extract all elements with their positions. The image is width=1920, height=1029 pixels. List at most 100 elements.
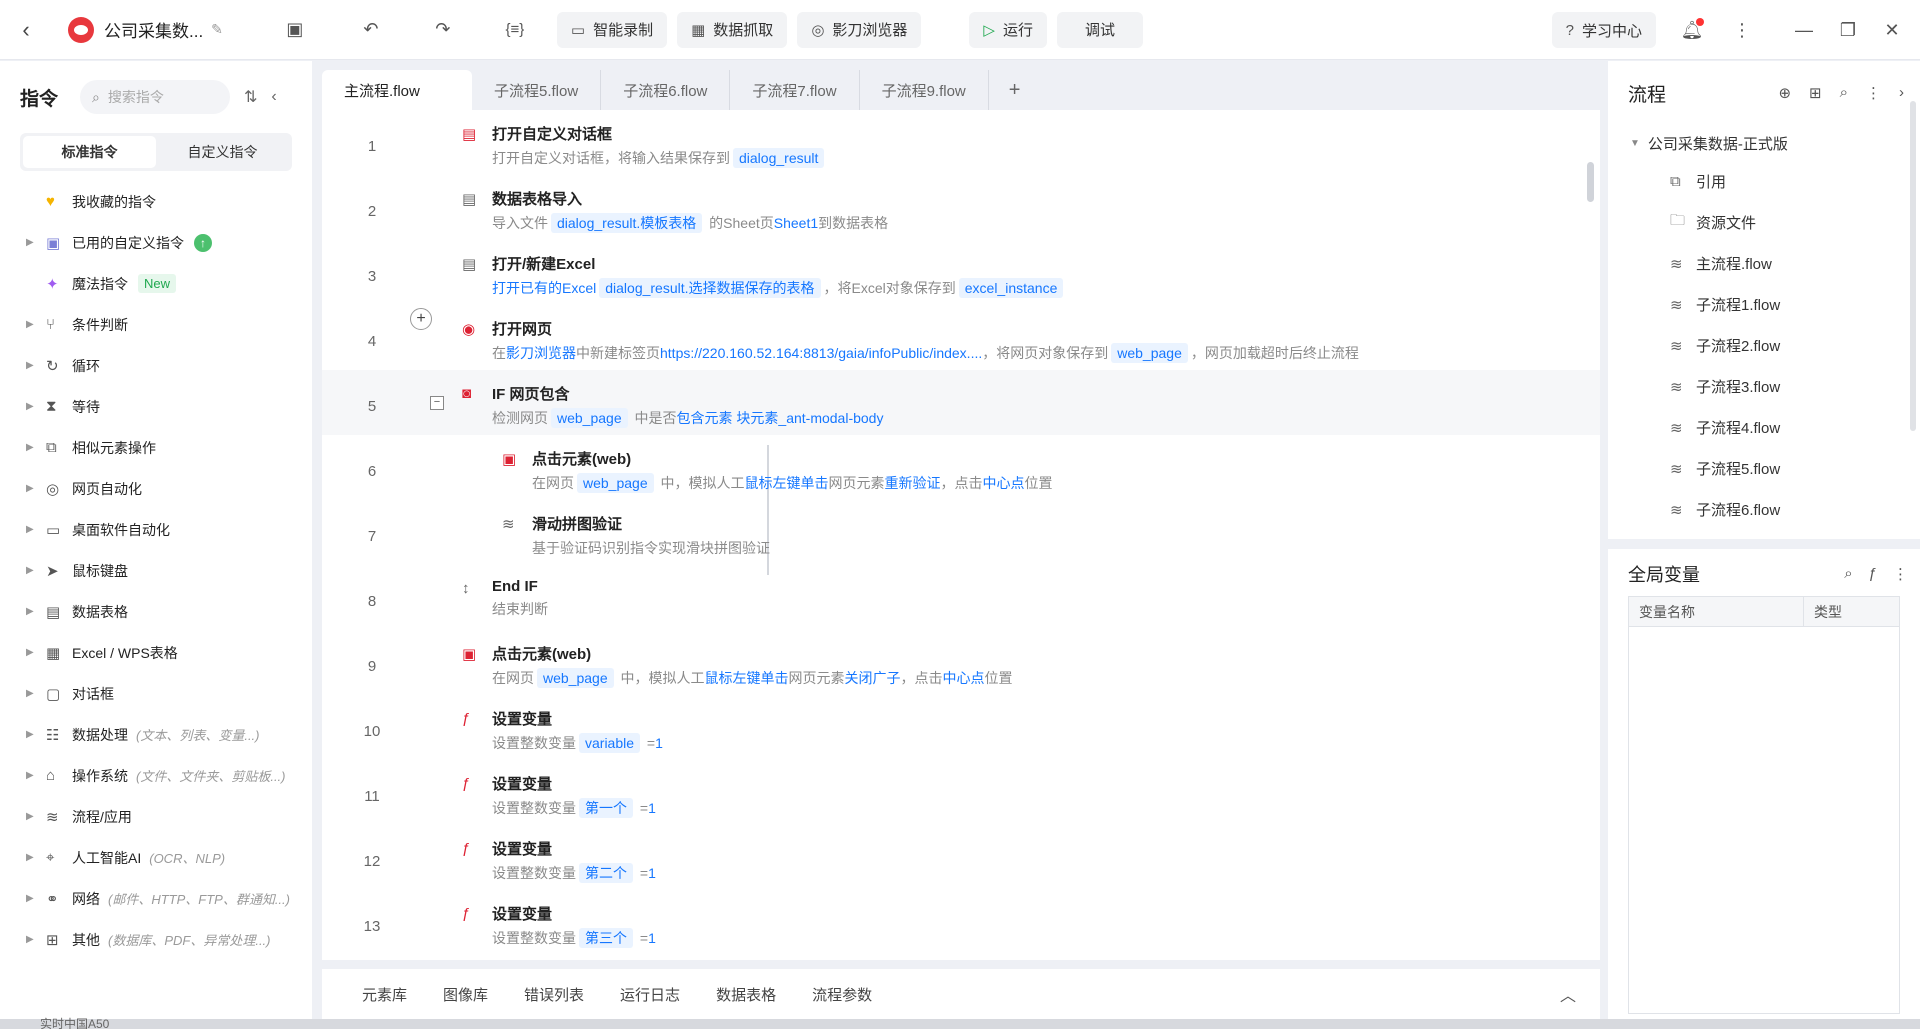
taskbar-item[interactable]: 实时中国A50 bbox=[40, 1015, 109, 1029]
caret-right-icon[interactable]: ▶ bbox=[26, 811, 46, 822]
flow-step-row[interactable]: 5 − ◙ IF 网页包含 检测网页 web_page 中是否包含元素 块元素_ant-m… bbox=[322, 370, 1600, 435]
parameter-link[interactable]: 中心点 bbox=[983, 475, 1025, 491]
flow-tree-item[interactable]: ≋ 子流程4.flow bbox=[1608, 407, 1920, 448]
code-icon[interactable]: {≡} bbox=[493, 10, 537, 50]
debug-button[interactable]: 调试 bbox=[1056, 11, 1143, 48]
flow-step-row[interactable]: 2 ▤ 数据表格导入 导入文件 dialog_result.模板表格 的Sheet页Sh… bbox=[322, 175, 1600, 240]
caret-right-icon[interactable]: ▶ bbox=[26, 565, 46, 576]
parameter-link[interactable]: 1 bbox=[648, 865, 656, 881]
variable-chip[interactable]: web_page bbox=[537, 668, 614, 688]
flow-step-row[interactable]: 12 ƒ 设置变量 设置整数变量 第二个 =1 bbox=[322, 825, 1600, 890]
parameter-link[interactable]: 1 bbox=[648, 930, 656, 946]
parameter-link[interactable]: 鼠标左键单击 bbox=[705, 670, 789, 686]
flow-tree-item[interactable]: ≋ 主流程.flow bbox=[1608, 243, 1920, 284]
command-category-item[interactable]: ▶ ☷ 数据处理 (文本、列表、变量...) bbox=[0, 714, 312, 755]
caret-right-icon[interactable]: ▶ bbox=[26, 319, 46, 330]
caret-right-icon[interactable]: ▶ bbox=[26, 647, 46, 658]
command-category-item[interactable]: ▶ ▣ 已用的自定义指令 ↑ bbox=[0, 222, 312, 263]
command-category-item[interactable]: ▶ ▦ Excel / WPS表格 bbox=[0, 632, 312, 673]
command-category-item[interactable]: ▶ ⚭ 网络 (邮件、HTTP、FTP、群通知...) bbox=[0, 878, 312, 919]
more-icon[interactable]: ⋮ bbox=[1866, 84, 1881, 102]
save-icon[interactable]: ▣ bbox=[273, 10, 317, 50]
add-flow-icon[interactable]: ⊕ bbox=[1778, 84, 1791, 102]
chevron-right-icon[interactable]: › bbox=[1899, 84, 1904, 102]
close-icon[interactable]: ✕ bbox=[1870, 10, 1914, 50]
back-icon[interactable]: ‹ bbox=[0, 0, 52, 60]
command-category-item[interactable]: ▶ ▤ 数据表格 bbox=[0, 591, 312, 632]
command-category-item[interactable]: ▶ ≋ 流程/应用 bbox=[0, 796, 312, 837]
variable-chip[interactable]: 第二个 bbox=[579, 863, 633, 883]
bottom-tab[interactable]: 元素库 bbox=[362, 984, 407, 1005]
flow-step-row[interactable]: 1 ▤ 打开自定义对话框 打开自定义对话框，将输入结果保存到 dialog_result bbox=[322, 110, 1600, 175]
add-tab-icon[interactable]: + bbox=[989, 70, 1041, 110]
command-category-item[interactable]: ▶ ⌂ 操作系统 (文件、文件夹、剪贴板...) bbox=[0, 755, 312, 796]
collapse-panel-icon[interactable]: ‹ bbox=[271, 88, 276, 106]
flow-step-row[interactable]: 6 ▣ 点击元素(web) 在网页 web_page 中，模拟人工鼠标左键单击网页元素重… bbox=[322, 435, 1600, 500]
variable-chip[interactable]: variable bbox=[579, 733, 641, 753]
learning-center-button[interactable]: ? 学习中心 bbox=[1551, 12, 1656, 48]
tab-flow[interactable]: 子流程6.flow bbox=[601, 70, 731, 110]
command-search-input[interactable]: ⌕ 搜索指令 bbox=[80, 80, 231, 114]
command-category-item[interactable]: ▶ ◎ 网页自动化 bbox=[0, 468, 312, 509]
flow-step-row[interactable]: 10 ƒ 设置变量 设置整数变量 variable =1 bbox=[322, 695, 1600, 760]
parameter-link[interactable]: 中心点 bbox=[943, 670, 985, 686]
variable-chip[interactable]: 第三个 bbox=[579, 928, 633, 948]
search-icon[interactable]: ⌕ bbox=[1844, 565, 1852, 583]
variable-chip[interactable]: dialog_result bbox=[733, 148, 825, 168]
command-category-item[interactable]: ▶ ▭ 桌面软件自动化 bbox=[0, 509, 312, 550]
caret-right-icon[interactable]: ▶ bbox=[26, 729, 46, 740]
add-module-icon[interactable]: ⊞ bbox=[1809, 84, 1822, 102]
flow-tree-item[interactable]: 🗀︎ 资源文件 bbox=[1608, 202, 1920, 243]
caret-right-icon[interactable]: ▶ bbox=[26, 442, 46, 453]
variable-chip[interactable]: web_page bbox=[577, 473, 654, 493]
tab-flow[interactable]: 子流程9.flow bbox=[860, 70, 989, 110]
flow-tree-item[interactable]: ≋ 子流程2.flow bbox=[1608, 325, 1920, 366]
caret-right-icon[interactable]: ▶ bbox=[26, 606, 46, 617]
caret-right-icon[interactable]: ▶ bbox=[26, 401, 46, 412]
bottom-tab[interactable]: 错误列表 bbox=[524, 984, 584, 1005]
variable-chip[interactable]: dialog_result.选择数据保存的表格 bbox=[599, 278, 821, 298]
tab-custom-commands[interactable]: 自定义指令 bbox=[156, 136, 289, 168]
sort-icon[interactable]: ⇅ bbox=[244, 87, 257, 107]
flow-step-row[interactable]: 7 ≋ 滑动拼图验证 基于验证码识别指令实现滑块拼图验证 bbox=[322, 500, 1600, 565]
flow-tree-item[interactable]: ≋ 子流程6.flow bbox=[1608, 489, 1920, 530]
chevron-up-icon[interactable]: ︿ bbox=[1560, 982, 1576, 1006]
parameter-link[interactable]: 包含元素 块元素_ant-modal-body bbox=[677, 410, 884, 426]
caret-right-icon[interactable]: ▶ bbox=[26, 360, 46, 371]
flow-step-row[interactable]: 3 ▤ 打开/新建Excel 打开已有的Excel dialog_result.选择数据… bbox=[322, 240, 1600, 305]
command-category-item[interactable]: ▶ ⌖ 人工智能AI (OCR、NLP) bbox=[0, 837, 312, 878]
data-scrape-button[interactable]: ▦ 数据抓取 bbox=[677, 11, 788, 48]
command-category-item[interactable]: ▶ ⧗ 等待 bbox=[0, 386, 312, 427]
project-root[interactable]: ▼ 公司采集数据-正式版 bbox=[1608, 125, 1920, 161]
smart-record-button[interactable]: ▭ 智能录制 bbox=[556, 11, 668, 48]
search-icon[interactable]: ⌕ bbox=[1840, 84, 1848, 102]
variable-chip[interactable]: web_page bbox=[551, 408, 628, 428]
parameter-link[interactable]: 鼠标左键单击 bbox=[745, 475, 829, 491]
run-button[interactable]: ▷ 运行 bbox=[969, 11, 1047, 48]
command-category-item[interactable]: ▶ ➤ 鼠标键盘 bbox=[0, 550, 312, 591]
command-category-item[interactable]: ✦ 魔法指令 New bbox=[0, 263, 312, 304]
redo-icon[interactable]: ↷ bbox=[421, 10, 465, 50]
command-category-item[interactable]: ♥ 我收藏的指令 bbox=[0, 181, 312, 222]
flow-tree-item[interactable]: ⧉ 引用 bbox=[1608, 161, 1920, 202]
flow-tree-item[interactable]: ≋ 子流程1.flow bbox=[1608, 284, 1920, 325]
parameter-link[interactable]: 重新验证 bbox=[885, 475, 941, 491]
parameter-link[interactable]: 影刀浏览器 bbox=[506, 345, 576, 361]
parameter-link[interactable]: Sheet1 bbox=[774, 215, 818, 231]
variable-chip[interactable]: dialog_result.模板表格 bbox=[551, 213, 703, 233]
collapse-block-icon[interactable]: − bbox=[430, 396, 444, 410]
tab-flow[interactable]: 子流程5.flow bbox=[472, 70, 602, 110]
project-title[interactable]: 公司采集数... bbox=[104, 17, 203, 42]
caret-down-icon[interactable]: ▼ bbox=[1630, 138, 1640, 149]
tab-standard-commands[interactable]: 标准指令 bbox=[23, 136, 156, 168]
command-category-item[interactable]: ▶ ▢ 对话框 bbox=[0, 673, 312, 714]
parameter-link[interactable]: 关闭广子 bbox=[845, 670, 901, 686]
caret-right-icon[interactable]: ▶ bbox=[26, 483, 46, 494]
variable-chip[interactable]: web_page bbox=[1111, 343, 1188, 363]
parameter-link[interactable]: 1 bbox=[655, 735, 663, 751]
bottom-tab[interactable]: 流程参数 bbox=[812, 984, 872, 1005]
undo-icon[interactable]: ↶ bbox=[349, 10, 393, 50]
bottom-tab[interactable]: 数据表格 bbox=[716, 984, 776, 1005]
flow-step-row[interactable]: 13 ƒ 设置变量 设置整数变量 第三个 =1 bbox=[322, 890, 1600, 955]
command-category-item[interactable]: ▶ ⑂ 条件判断 bbox=[0, 304, 312, 345]
